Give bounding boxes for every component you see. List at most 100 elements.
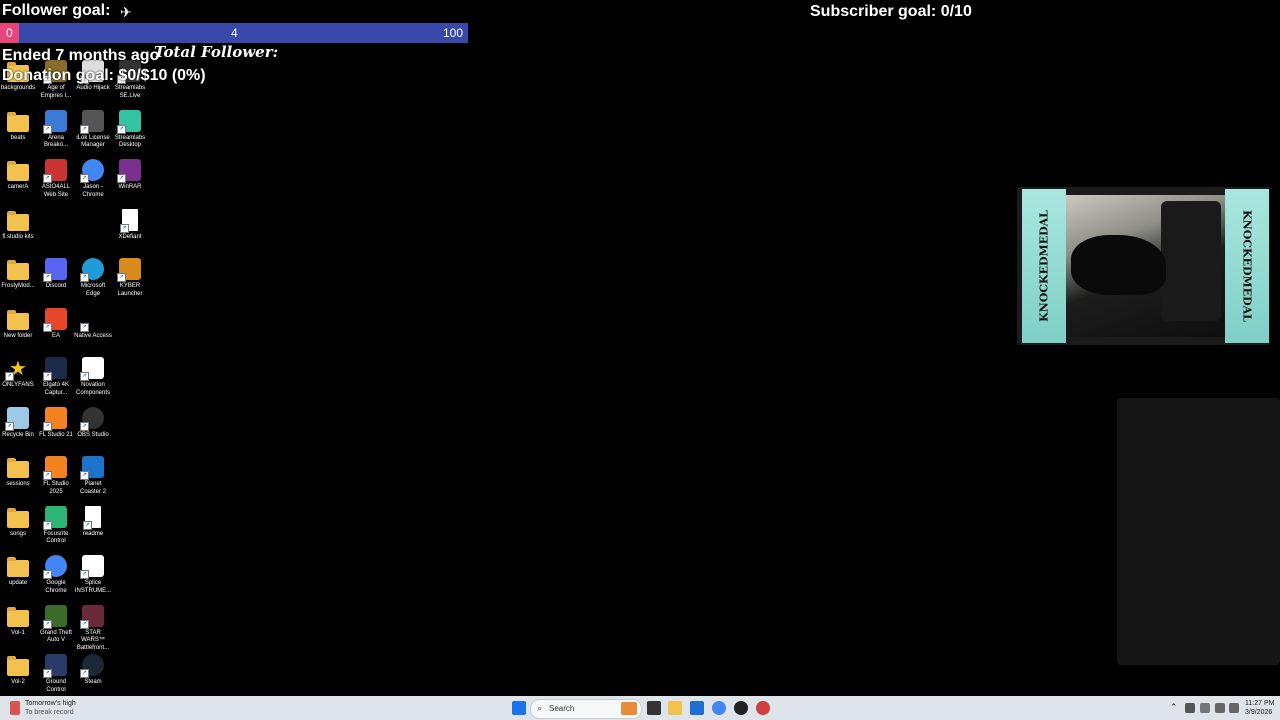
- desktop-icon-kyber-launcher[interactable]: ↗ KYBER Launcher: [111, 258, 149, 298]
- desktop-icon-google-chrome[interactable]: ↗ Google Chrome: [37, 555, 75, 595]
- follower-goal-label: Follower goal:: [2, 2, 111, 19]
- shortcut-arrow-icon: ↗: [43, 520, 52, 530]
- desktop-icon-winrar[interactable]: ↗ WinRAR: [111, 159, 149, 192]
- desktop-icon-novation-components[interactable]: ↗ Novation Components: [74, 357, 112, 397]
- desktop-icon-ea[interactable]: ↗ EA: [37, 307, 75, 341]
- star-icon: ★ ↗: [5, 356, 29, 381]
- desktop-icon-label: ONLYFANS: [2, 382, 34, 388]
- task-view-icon[interactable]: [647, 701, 661, 715]
- desktop-icon-label: XDefiant: [118, 233, 142, 240]
- desktop-icon-label: KYBER Launcher: [117, 283, 143, 297]
- desktop-icon-new-folder[interactable]: New folder: [0, 308, 37, 341]
- elgato-icon: ↗: [43, 357, 67, 381]
- ea-icon: ↗: [43, 307, 67, 332]
- chrome-taskbar-icon[interactable]: [712, 701, 726, 715]
- shortcut-arrow-icon: ↗: [43, 124, 52, 134]
- clock-time[interactable]: 11:27 PM: [1245, 700, 1274, 707]
- folder-icon: [7, 557, 29, 577]
- file-explorer-icon[interactable]: [668, 701, 682, 715]
- start-button[interactable]: [512, 701, 526, 715]
- desktop-icon-label: Age of Empires I...: [40, 85, 72, 99]
- search-box[interactable]: ⌕ Search: [530, 699, 642, 719]
- desktop-icon-label: Vol-2: [11, 679, 25, 685]
- desktop-icon-onlyfans[interactable]: ★ ↗ ONLYFANS: [0, 356, 37, 390]
- shortcut-arrow-icon: ↗: [43, 273, 52, 282]
- chrome-icon: ↗: [80, 159, 104, 183]
- starwars-icon: ↗: [80, 604, 104, 629]
- desktop-icon-camera[interactable]: camerA: [0, 159, 37, 192]
- desktop-icon-elgato-4k-captur[interactable]: ↗ Elgato 4K Captur...: [37, 357, 75, 397]
- file-icon: ↗: [120, 208, 138, 233]
- desktop-icon-asio4all-web-site[interactable]: ↗ ASIO4ALL Web Site: [37, 159, 75, 199]
- desktop-icon-beats[interactable]: beats: [0, 110, 37, 143]
- shortcut-arrow-icon: ↗: [43, 372, 52, 381]
- desktop-icon-star-wars-battlefront[interactable]: ↗ STAR WARS™ Battlefront...: [74, 604, 112, 653]
- desktop-icon-fl-studio-2025[interactable]: ↗ FL Studio 2025: [37, 456, 75, 496]
- media-player-icon[interactable]: [734, 701, 748, 715]
- desktop-icon-readme[interactable]: ↗ readme: [74, 505, 112, 539]
- clock-date[interactable]: 3/9/2026: [1245, 709, 1272, 716]
- desktop-icon-label: readme: [82, 530, 104, 537]
- streamlabs-taskbar-icon[interactable]: [756, 701, 770, 715]
- person-hair: [1071, 235, 1166, 295]
- desktop-icon-microsoft-edge[interactable]: ↗ Microsoft Edge: [74, 258, 112, 298]
- desktop-icon-arena-breako[interactable]: ↗ Arena Breako...: [37, 109, 75, 150]
- desktop-icon-sessions[interactable]: sessions: [0, 456, 37, 489]
- shortcut-arrow-icon: ↗: [117, 124, 126, 134]
- novation-icon: ↗: [80, 357, 104, 381]
- desktop-icon-native-access[interactable]: ↗ Native Access: [74, 307, 112, 341]
- desktop-icon-ilok-license-manager[interactable]: ↗ iLok License Manager: [74, 109, 112, 150]
- desktop-icon-ground-control[interactable]: ↗ Ground Control: [37, 654, 75, 694]
- tray-device-icon[interactable]: [1200, 703, 1210, 713]
- follower-progress-bar: 0 4 100: [0, 23, 468, 43]
- folder-icon: [7, 161, 29, 181]
- desktop-icon-splice-instrume[interactable]: ↗ Splice INSTRUME...: [74, 555, 112, 595]
- desktop-icon-label: Streamlabs SE.Live: [114, 85, 146, 99]
- tray-chevron-icon[interactable]: ⌃: [1170, 702, 1178, 713]
- desktop-icon-label: Splice INSTRUME...: [74, 580, 112, 594]
- desktop-icon-label: Native Access: [74, 332, 112, 339]
- desktop-icon-update[interactable]: update: [0, 555, 37, 588]
- desktop-icon-label: FL Studio 2025: [43, 481, 69, 495]
- desktop-icon-focusrite-control[interactable]: ↗ Focusrite Control: [37, 505, 75, 546]
- desktop-icon-xdefiant[interactable]: ↗ XDefiant: [111, 208, 149, 242]
- fl-studio-icon: ↗: [43, 456, 67, 480]
- tray-app-icon[interactable]: [1185, 703, 1195, 713]
- desktop-icon-planet-coaster-2[interactable]: ↗ Planet Coaster 2: [74, 456, 112, 496]
- desktop-icon-grand-theft-auto-v[interactable]: ↗ Grand Theft Auto V: [37, 604, 75, 645]
- desktop-icon-frostymod[interactable]: FrostyMod...: [0, 258, 37, 291]
- search-icon: ⌕: [537, 703, 543, 713]
- weather-icon[interactable]: [10, 701, 20, 715]
- arena-icon: ↗: [43, 109, 67, 134]
- desktop-icon-streamlabs-desktop[interactable]: ↗ Streamlabs Desktop: [111, 109, 149, 150]
- desktop-icon-songs[interactable]: songs: [0, 506, 37, 539]
- desktop-icon-vol-1[interactable]: Vol-1: [0, 605, 37, 638]
- desktop-icon-vol-2[interactable]: Vol-2: [0, 654, 37, 687]
- shortcut-arrow-icon: ↗: [80, 273, 89, 282]
- desktop-icon-label: ASIO4ALL Web Site: [41, 184, 71, 198]
- desktop-icon-obs-studio[interactable]: ↗ OBS Studio: [74, 406, 112, 440]
- folder-icon: [7, 606, 29, 627]
- desktop-icon-label: STAR WARS™ Battlefront...: [76, 629, 110, 651]
- desktop-icon-fl-studio-kits[interactable]: fl studio kits: [0, 209, 37, 242]
- folder-icon: [7, 656, 29, 676]
- recycle-bin-icon: ↗: [5, 406, 29, 431]
- store-icon[interactable]: [690, 701, 704, 715]
- desktop-icon-label: beats: [10, 134, 26, 141]
- volume-icon[interactable]: [1229, 703, 1239, 713]
- desktop-icon-label: Jason - Chrome: [82, 184, 104, 198]
- shortcut-arrow-icon: ↗: [120, 223, 129, 233]
- folder-icon: [7, 210, 29, 231]
- desktop-icon-label: FrostyMod...: [1, 283, 35, 289]
- bar-min: 0: [6, 26, 13, 40]
- planet-coaster-icon: ↗: [80, 456, 104, 480]
- folder-icon: [7, 260, 29, 280]
- wifi-icon[interactable]: [1215, 703, 1225, 713]
- desktop-icon-recycle-bin[interactable]: ↗ Recycle Bin: [0, 406, 37, 440]
- desktop-icon-steam[interactable]: ↗ Steam: [74, 654, 112, 687]
- desktop-icon-fl-studio-21[interactable]: ↗ FL Studio 21: [37, 406, 75, 440]
- desktop-icon-jason-chrome[interactable]: ↗ Jason - Chrome: [74, 159, 112, 199]
- kyber-icon: ↗: [117, 258, 141, 282]
- shortcut-arrow-icon: ↗: [43, 471, 52, 480]
- desktop-icon-discord[interactable]: ↗ Discord: [37, 258, 75, 291]
